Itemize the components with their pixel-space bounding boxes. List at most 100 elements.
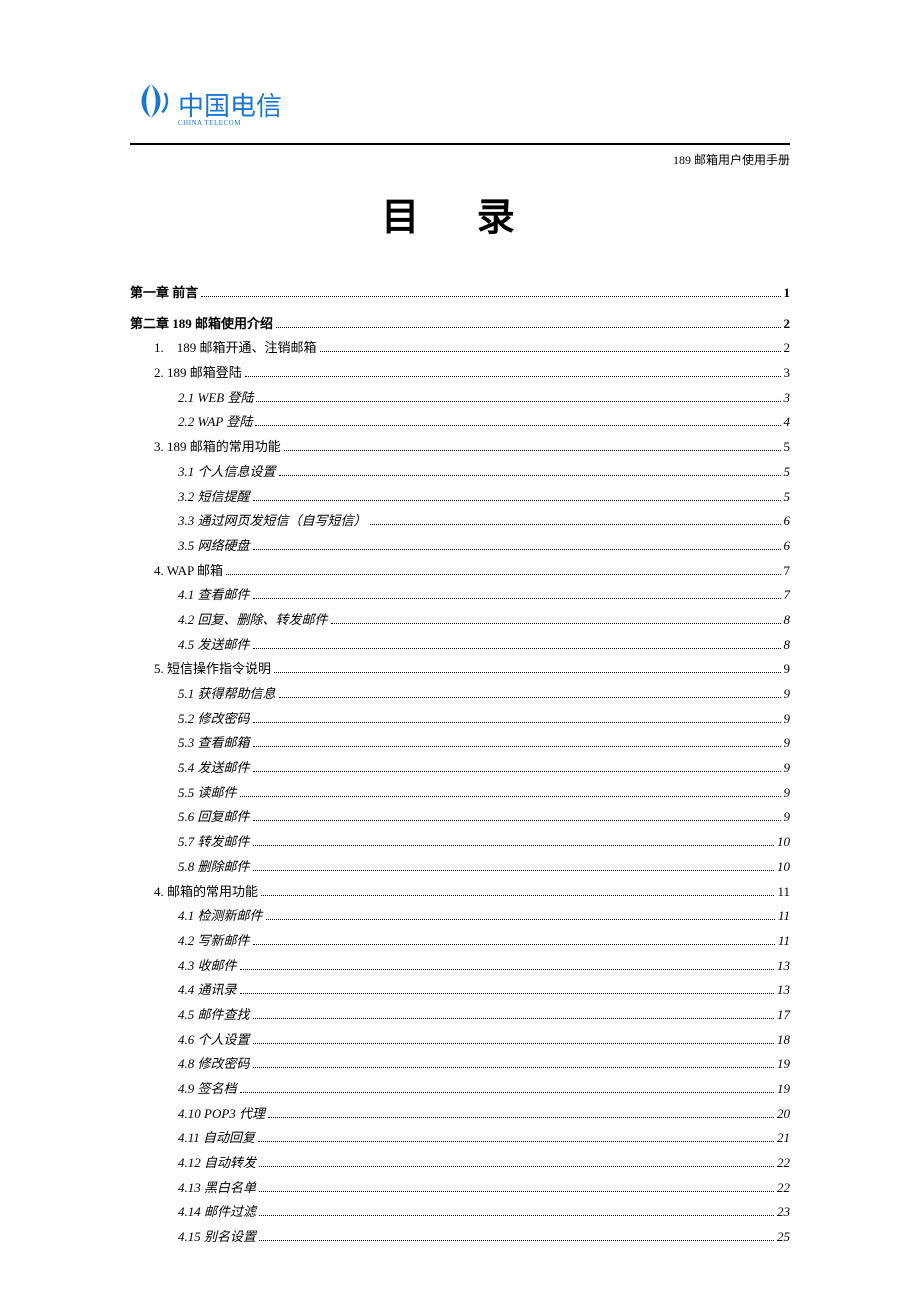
toc-page-number: 17 (777, 1003, 790, 1028)
toc-leader-dots (253, 820, 781, 821)
toc-leader-dots (253, 944, 775, 945)
toc-page-number: 19 (777, 1077, 790, 1102)
header-divider (130, 143, 790, 145)
toc-row: 4.2 写新邮件 11 (130, 929, 790, 954)
toc-row: 4.14 邮件过滤 23 (130, 1200, 790, 1225)
toc-leader-dots (253, 1043, 774, 1044)
toc-page-number: 9 (784, 756, 791, 781)
toc-label: 4.6 个人设置 (178, 1028, 250, 1053)
toc-row: 2.2 WAP 登陆 4 (130, 410, 790, 435)
toc-label: 5.8 删除邮件 (178, 855, 250, 880)
toc-label: 4.5 邮件查找 (178, 1003, 250, 1028)
toc-label: 2. 189 邮箱登陆 (154, 361, 242, 386)
toc-row: 3.5 网络硬盘 6 (130, 534, 790, 559)
toc-row: 5. 短信操作指令说明 9 (130, 657, 790, 682)
toc-leader-dots (279, 475, 781, 476)
toc-page-number: 20 (777, 1102, 790, 1127)
toc-leader-dots (284, 450, 781, 451)
toc-leader-dots (253, 771, 781, 772)
table-of-contents: 第一章 前言 1第二章 189 邮箱使用介绍 21. 189 邮箱开通、注销邮箱… (130, 281, 790, 1250)
toc-leader-dots (261, 895, 774, 896)
toc-row: 3.1 个人信息设置 5 (130, 460, 790, 485)
toc-leader-dots (320, 351, 781, 352)
toc-row: 5.4 发送邮件 9 (130, 756, 790, 781)
toc-leader-dots (259, 1166, 774, 1167)
toc-leader-dots (259, 1240, 774, 1241)
toc-leader-dots (266, 919, 775, 920)
toc-row: 4.3 收邮件 13 (130, 954, 790, 979)
toc-label: 3.1 个人信息设置 (178, 460, 276, 485)
toc-label: 5.1 获得帮助信息 (178, 682, 276, 707)
toc-row: 4.9 签名档 19 (130, 1077, 790, 1102)
toc-label: 2.2 WAP 登陆 (178, 410, 252, 435)
toc-row: 5.5 读邮件 9 (130, 781, 790, 806)
toc-label: 4. WAP 邮箱 (154, 559, 223, 584)
toc-row: 2.1 WEB 登陆 3 (130, 386, 790, 411)
toc-page-number: 5 (784, 460, 791, 485)
toc-page-number: 25 (777, 1225, 790, 1250)
page: 中国电信 CHINA TELECOM 189 邮箱用户使用手册 目 录 第一章 … (0, 0, 920, 1300)
toc-page-number: 6 (784, 509, 791, 534)
brand-text: 中国电信 CHINA TELECOM (178, 86, 282, 127)
toc-page-number: 11 (777, 880, 790, 905)
brand-name: 中国电信 (178, 86, 282, 123)
toc-row: 1. 189 邮箱开通、注销邮箱 2 (130, 336, 790, 361)
toc-page-number: 7 (784, 559, 791, 584)
brand-logo: 中国电信 CHINA TELECOM (130, 80, 282, 133)
toc-row: 4. WAP 邮箱 7 (130, 559, 790, 584)
toc-page-number: 2 (784, 312, 791, 337)
toc-page-number: 11 (778, 929, 790, 954)
toc-label: 1. 189 邮箱开通、注销邮箱 (154, 336, 317, 361)
toc-leader-dots (245, 376, 781, 377)
toc-page-number: 10 (777, 855, 790, 880)
toc-leader-dots (253, 1018, 774, 1019)
toc-page-number: 9 (784, 731, 791, 756)
toc-row: 3.2 短信提醒 5 (130, 485, 790, 510)
toc-leader-dots (331, 623, 781, 624)
toc-row: 4.5 邮件查找 17 (130, 1003, 790, 1028)
toc-page-number: 9 (784, 805, 791, 830)
toc-row: 5.6 回复邮件 9 (130, 805, 790, 830)
toc-row: 4.1 检测新邮件 11 (130, 904, 790, 929)
toc-row: 4.6 个人设置 18 (130, 1028, 790, 1053)
toc-label: 3. 189 邮箱的常用功能 (154, 435, 281, 460)
toc-leader-dots (259, 1215, 774, 1216)
toc-label: 4.1 检测新邮件 (178, 904, 263, 929)
toc-row: 4.2 回复、删除、转发邮件 8 (130, 608, 790, 633)
toc-label: 4.10 POP3 代理 (178, 1102, 265, 1127)
logo-mark-icon (130, 80, 172, 133)
toc-label: 4. 邮箱的常用功能 (154, 880, 258, 905)
toc-leader-dots (268, 1117, 774, 1118)
toc-label: 3.2 短信提醒 (178, 485, 250, 510)
toc-label: 5.5 读邮件 (178, 781, 237, 806)
toc-leader-dots (226, 574, 781, 575)
toc-leader-dots (240, 969, 774, 970)
toc-label: 5.2 修改密码 (178, 707, 250, 732)
toc-page-number: 22 (777, 1151, 790, 1176)
toc-label: 4.8 修改密码 (178, 1052, 250, 1077)
toc-leader-dots (253, 500, 781, 501)
toc-leader-dots (370, 524, 781, 525)
toc-row: 5.8 删除邮件 10 (130, 855, 790, 880)
toc-label: 4.2 写新邮件 (178, 929, 250, 954)
toc-row: 4.12 自动转发 22 (130, 1151, 790, 1176)
toc-page-number: 7 (784, 583, 791, 608)
toc-label: 5.3 查看邮箱 (178, 731, 250, 756)
toc-row: 4.8 修改密码 19 (130, 1052, 790, 1077)
toc-label: 4.13 黑白名单 (178, 1176, 256, 1201)
toc-row: 4.4 通讯录 13 (130, 978, 790, 1003)
toc-label: 5. 短信操作指令说明 (154, 657, 271, 682)
toc-row: 4. 邮箱的常用功能 11 (130, 880, 790, 905)
toc-page-number: 9 (784, 707, 791, 732)
toc-leader-dots (258, 1141, 774, 1142)
toc-label: 4.3 收邮件 (178, 954, 237, 979)
toc-page-number: 2 (784, 336, 791, 361)
toc-row: 4.1 查看邮件 7 (130, 583, 790, 608)
toc-row: 5.7 转发邮件 10 (130, 830, 790, 855)
toc-row: 第一章 前言 1 (130, 281, 790, 306)
toc-label: 第二章 189 邮箱使用介绍 (130, 312, 273, 337)
toc-leader-dots (253, 648, 781, 649)
toc-page-number: 13 (777, 978, 790, 1003)
toc-label: 4.12 自动转发 (178, 1151, 256, 1176)
toc-row: 5.3 查看邮箱 9 (130, 731, 790, 756)
